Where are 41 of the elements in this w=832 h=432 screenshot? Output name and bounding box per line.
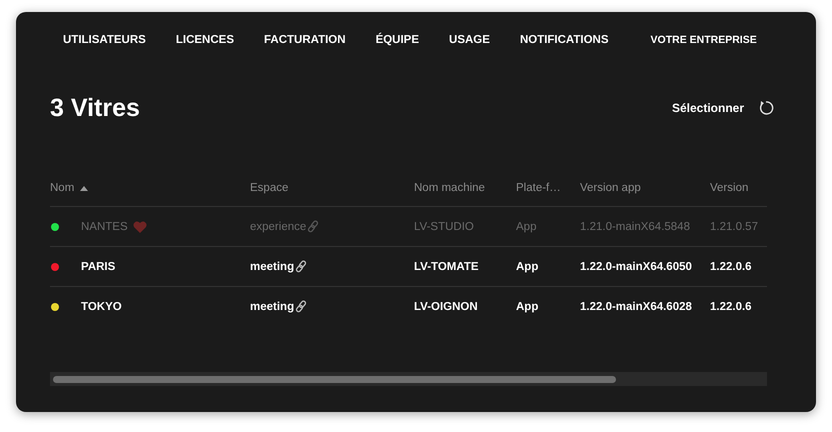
column-header[interactable]: Nom <box>50 182 74 194</box>
table-cell-text: App <box>516 300 540 312</box>
table-cell-text: LV-STUDIO <box>414 220 475 232</box>
nav-tab[interactable]: FACTURATION <box>249 34 361 46</box>
column-header[interactable]: Version <box>710 182 767 194</box>
table-cell-text: App <box>516 260 540 272</box>
vitre-name: NANTES <box>81 220 128 232</box>
nav-tab[interactable]: UTILISATEURS <box>48 34 161 46</box>
table-row[interactable]: TOKYO meeting LV-OIGNON App 1.22.0-mainX64.6028 1.22.0.6 <box>50 287 767 326</box>
nav-tab[interactable]: ÉQUIPE <box>360 34 434 46</box>
space-name: meeting <box>250 300 294 312</box>
table-cell-text: 1.22.0.6 <box>710 260 753 272</box>
vitre-name: PARIS <box>81 260 116 272</box>
vitre-name: TOKYO <box>81 300 122 312</box>
nav-tab[interactable]: NOTIFICATIONS <box>504 34 624 46</box>
column-header[interactable]: Version app <box>580 182 710 194</box>
scrollbar-thumb[interactable] <box>53 376 616 382</box>
nav-tab[interactable]: VOTRE ENTREPRISE <box>636 34 772 46</box>
table-cell-text: 1.22.0-mainX64.6028 <box>580 300 693 312</box>
table-cell-text: 1.22.0.6 <box>710 300 753 312</box>
nav-tab[interactable]: USAGE <box>434 34 505 46</box>
table-cell-text: LV-OIGNON <box>414 300 479 312</box>
page-title: 3 Vitres <box>50 94 141 122</box>
column-header[interactable]: Plate-f… <box>516 182 580 194</box>
horizontal-scrollbar[interactable] <box>50 372 767 386</box>
link-icon[interactable] <box>295 260 308 273</box>
select-button[interactable]: Sélectionner <box>672 101 744 115</box>
sort-caret-icon[interactable] <box>80 186 88 190</box>
nav-tab[interactable]: LICENCES <box>160 34 249 46</box>
space-name: meeting <box>250 260 294 272</box>
table-row[interactable]: PARIS meeting LV-TOMATE App 1.22.0-mainX64.6050 1.22.0.6 <box>50 247 767 287</box>
refresh-icon[interactable] <box>758 100 774 116</box>
table-cell-text: 1.21.0-mainX64.5848 <box>580 220 691 232</box>
table-cell-text: LV-TOMATE <box>414 260 480 272</box>
link-icon[interactable] <box>295 300 308 313</box>
space-name: experience <box>250 220 306 232</box>
table-cell-text: 1.21.0.57 <box>710 220 759 232</box>
column-header[interactable]: Espace <box>250 182 414 194</box>
table-cell-text: App <box>516 220 538 232</box>
table-cell-text: 1.22.0-mainX64.6050 <box>580 260 693 272</box>
column-header[interactable]: Nom machine <box>414 182 516 194</box>
